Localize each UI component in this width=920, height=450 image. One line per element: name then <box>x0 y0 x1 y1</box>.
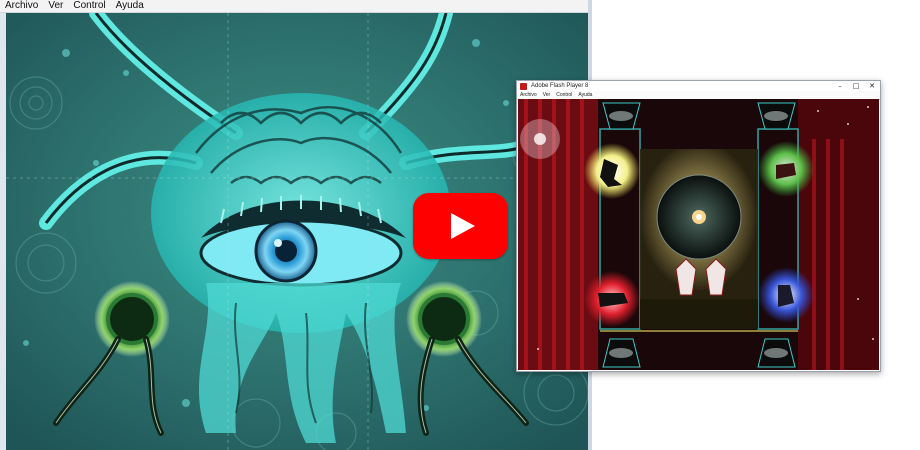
window-controls: – □ ✕ <box>832 81 880 91</box>
minimize-button[interactable]: – <box>832 81 848 91</box>
menu-control[interactable]: Control <box>68 0 110 12</box>
menu-bar: Archivo Ver Control Ayuda <box>0 0 592 13</box>
flash-app-icon <box>520 82 527 90</box>
menu-archivo[interactable]: Archivo <box>0 0 43 12</box>
stage-artwork <box>518 99 879 370</box>
title-bar[interactable]: Adobe Flash Player 8 – □ ✕ <box>517 81 880 91</box>
menu-control[interactable]: Control <box>553 91 575 99</box>
menu-ayuda[interactable]: Ayuda <box>575 91 595 99</box>
youtube-play-icon <box>451 213 475 239</box>
window-title: Adobe Flash Player 8 <box>531 83 589 89</box>
flash-player-window-small: Adobe Flash Player 8 – □ ✕ Archivo Ver C… <box>516 80 881 372</box>
menu-ver[interactable]: Ver <box>540 91 554 99</box>
menu-ver[interactable]: Ver <box>43 0 68 12</box>
game-canvas-stage[interactable] <box>518 99 879 370</box>
menu-archivo[interactable]: Archivo <box>517 91 540 99</box>
maximize-button[interactable]: □ <box>848 81 864 91</box>
youtube-play-button[interactable] <box>413 193 508 259</box>
close-button[interactable]: ✕ <box>864 81 880 91</box>
menu-ayuda[interactable]: Ayuda <box>111 0 149 12</box>
